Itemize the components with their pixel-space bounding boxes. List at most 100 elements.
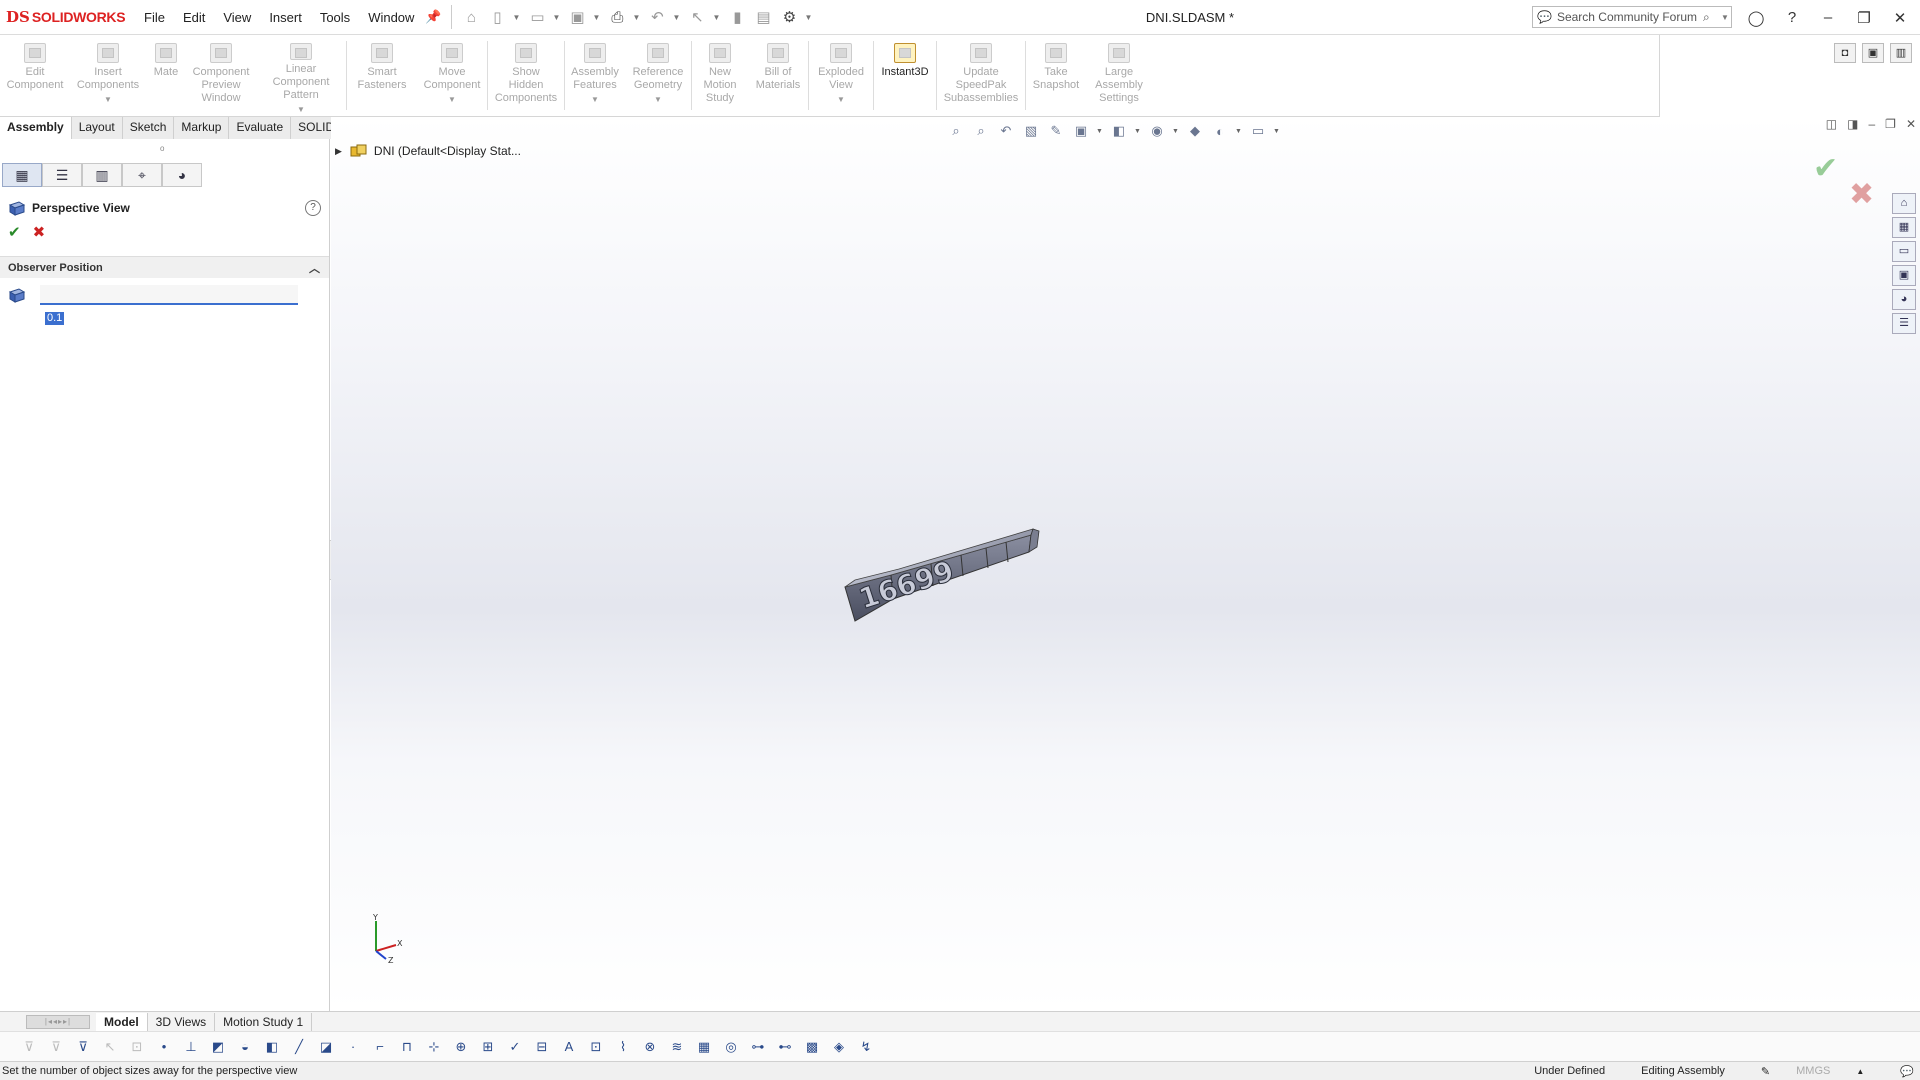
selection-filter-icon[interactable]: ⊡ [126, 1037, 148, 1057]
command-button-bill-of-materials[interactable]: Bill of Materials [748, 35, 808, 116]
menu-file[interactable]: File [135, 0, 174, 35]
filter-datum-feature-icon[interactable]: ⊡ [585, 1037, 607, 1057]
chevron-down-icon[interactable]: ▼ [654, 93, 662, 106]
command-button-take-snapshot[interactable]: Take Snapshot [1026, 35, 1086, 116]
account-icon[interactable]: ◯ [1738, 9, 1774, 27]
search-input[interactable]: 💬 Search Community Forum ⌕ ▼ [1532, 6, 1732, 28]
chevron-down-icon[interactable]: ▼ [712, 13, 722, 22]
new-document-icon[interactable]: ▯ [486, 6, 508, 28]
chevron-down-icon[interactable]: ▼ [1273, 128, 1281, 135]
expand-arrow-icon[interactable]: ▶ [335, 146, 342, 157]
command-button-component-preview-window[interactable]: Component Preview Window [186, 35, 256, 116]
status-units[interactable]: MMGS [1788, 1065, 1838, 1077]
tile-left-icon[interactable]: ◫ [1826, 117, 1837, 131]
command-button-exploded-view[interactable]: Exploded View ▼ [809, 35, 873, 116]
filter-blocks-icon[interactable]: ▦ [693, 1037, 715, 1057]
filter-planes-icon[interactable]: ◪ [315, 1037, 337, 1057]
chevron-down-icon[interactable]: ▼ [591, 93, 599, 106]
graphics-area[interactable]: ▶ DNI (Default<Display Stat... ⌕ ⌕ ↶ ▧ ✎… [331, 117, 1920, 1011]
filter-sketch-points-icon[interactable]: · [342, 1037, 364, 1057]
messages-icon[interactable]: 💬 [1882, 1065, 1920, 1078]
solidworks-resources-icon[interactable]: ⌂ [1892, 193, 1916, 214]
units-caret-icon[interactable]: ▲ [1838, 1067, 1882, 1076]
chevron-down-icon[interactable]: ▼ [297, 103, 305, 116]
filter-vertices-icon[interactable]: • [153, 1037, 175, 1057]
edit-appearance-icon[interactable]: ◆ [1185, 121, 1205, 141]
design-library-icon[interactable]: ▦ [1892, 217, 1916, 238]
tab-assembly[interactable]: Assembly [0, 117, 72, 139]
chevron-down-icon[interactable]: ▼ [1096, 128, 1104, 135]
tab-model[interactable]: Model [96, 1012, 148, 1031]
filter-dowel-pin-icon[interactable]: ◎ [720, 1037, 742, 1057]
display-manager-tab[interactable]: ◕ [162, 163, 202, 187]
tab-scroll-buttons[interactable]: |◂◂▸▸| [26, 1014, 90, 1029]
tab-3d-views[interactable]: 3D Views [148, 1012, 216, 1031]
chevron-down-icon[interactable]: ▼ [1172, 128, 1180, 135]
view-orientation-icon[interactable]: ▣ [1071, 121, 1091, 141]
help-icon[interactable]: ? [1774, 9, 1810, 26]
filter-ref-icon[interactable]: ↯ [855, 1037, 877, 1057]
filter-faces-tool-icon[interactable]: ◩ [207, 1037, 229, 1057]
filter-solid-bodies-icon[interactable]: ◧ [261, 1037, 283, 1057]
filter-edges-icon[interactable]: ⊥ [180, 1037, 202, 1057]
chevron-down-icon[interactable]: ▼ [512, 13, 522, 22]
undo-icon[interactable]: ↶ [646, 6, 668, 28]
chevron-down-icon[interactable]: ▼ [632, 13, 642, 22]
command-button-assembly-features[interactable]: Assembly Features ▼ [565, 35, 625, 116]
chevron-down-icon[interactable]: ▼ [1235, 128, 1243, 135]
command-button-instant3d[interactable]: Instant3D [874, 35, 936, 116]
menu-edit[interactable]: Edit [174, 0, 214, 35]
camera-icon[interactable]: ◘ [1834, 43, 1856, 63]
cancel-button[interactable]: ✖ [33, 223, 46, 241]
chevron-down-icon[interactable]: ▼ [1721, 13, 1731, 22]
zoom-to-fit-icon[interactable]: ⌕ [946, 121, 966, 141]
print-icon[interactable]: ⎙ [606, 6, 628, 28]
tab-markup[interactable]: Markup [174, 117, 230, 139]
menu-view[interactable]: View [214, 0, 260, 35]
custom-properties-icon[interactable]: ☰ [1892, 313, 1916, 334]
command-button-move-component[interactable]: Move Component ▼ [417, 35, 487, 116]
filter-toggle-icon[interactable]: ⊽ [45, 1037, 67, 1057]
appearances-icon[interactable]: ◕ [1892, 289, 1916, 310]
filter-cosmetic-thread-icon[interactable]: ≋ [666, 1037, 688, 1057]
filter-notes-icon[interactable]: A [558, 1037, 580, 1057]
filter-faces-icon[interactable]: ⊽ [72, 1037, 94, 1057]
chevron-down-icon[interactable]: ▼ [804, 13, 814, 22]
tree-root-label[interactable]: DNI (Default<Display Stat... [374, 144, 521, 158]
filter-dimensions-icon[interactable]: ⊞ [477, 1037, 499, 1057]
splitter-handle[interactable]: o [160, 144, 164, 153]
filter-weld-symbol-icon[interactable]: ⌇ [612, 1037, 634, 1057]
apply-scene-icon[interactable]: ◐ [1210, 121, 1230, 141]
command-button-edit-component[interactable]: Edit Component [0, 35, 70, 116]
tile-right-icon[interactable]: ◨ [1847, 117, 1858, 131]
property-manager-tab[interactable]: ☰ [42, 163, 82, 187]
viewport-minimize-icon[interactable]: – [1868, 117, 1875, 131]
view-settings-icon[interactable]: ▭ [1248, 121, 1268, 141]
dynamic-annotation-icon[interactable]: ✎ [1046, 121, 1066, 141]
command-button-show-hidden-components[interactable]: Show Hidden Components [488, 35, 564, 116]
filter-midpoints-icon[interactable]: ⊓ [396, 1037, 418, 1057]
record-icon[interactable]: ▥ [1890, 43, 1912, 63]
hide-show-items-icon[interactable]: ◉ [1147, 121, 1167, 141]
viewport-close-icon[interactable]: ✕ [1906, 117, 1916, 131]
filter-center-marks-icon[interactable]: ⊹ [423, 1037, 445, 1057]
chevron-down-icon[interactable]: ▼ [448, 93, 456, 106]
minimize-icon[interactable]: – [1810, 9, 1846, 26]
filter-sketch-segments-icon[interactable]: ⌐ [369, 1037, 391, 1057]
menu-insert[interactable]: Insert [260, 0, 311, 35]
previous-view-icon[interactable]: ↶ [996, 121, 1016, 141]
command-button-linear-component-pattern[interactable]: Linear Component Pattern ▼ [256, 35, 346, 116]
command-button-smart-fasteners[interactable]: Smart Fasteners [347, 35, 417, 116]
chevron-down-icon[interactable]: ▼ [104, 93, 112, 106]
save-icon[interactable]: ▣ [566, 6, 588, 28]
restore-icon[interactable]: ❐ [1846, 9, 1882, 27]
tab-motion-study[interactable]: Motion Study 1 [215, 1012, 313, 1031]
chevron-down-icon[interactable]: ▼ [592, 13, 602, 22]
section-header[interactable]: Observer Position ︿ [0, 256, 329, 278]
gear-icon[interactable]: ⚙ [778, 6, 800, 28]
menu-window[interactable]: Window [359, 0, 423, 35]
command-button-mate[interactable]: Mate [146, 35, 186, 116]
tab-sketch[interactable]: Sketch [122, 117, 175, 139]
chevron-up-icon[interactable]: ︿ [309, 260, 329, 276]
home-icon[interactable]: ⌂ [460, 6, 482, 28]
